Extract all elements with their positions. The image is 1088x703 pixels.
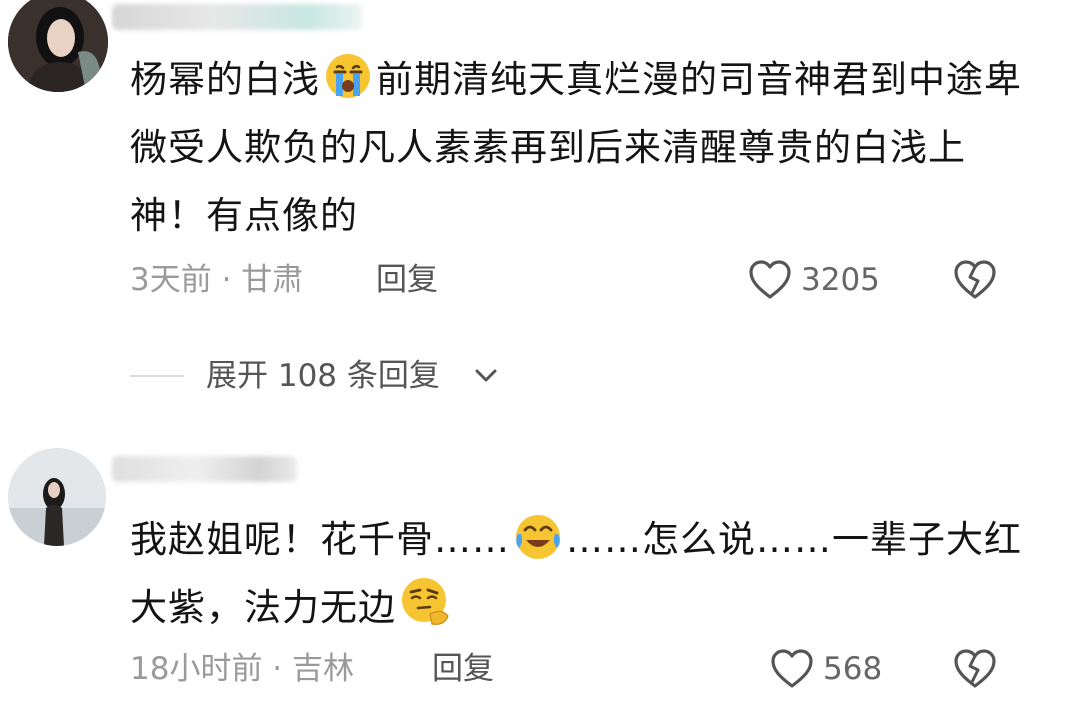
chevron-down-icon: [475, 369, 497, 382]
time-location: 3天前 · 甘肃: [130, 262, 304, 298]
broken-heart-icon[interactable]: [953, 648, 997, 690]
reply-button[interactable]: 回复: [376, 258, 438, 302]
comment-meta: 18小时前 · 吉林 回复 568: [130, 647, 1010, 691]
avatar-image: [8, 0, 108, 92]
comment-meta: 3天前 · 甘肃 回复 3205: [130, 258, 1010, 302]
broken-heart-icon[interactable]: [953, 259, 997, 301]
heart-outline-icon: [749, 260, 791, 299]
tearful-laughing-face-emoji-icon: [512, 510, 564, 562]
like-count: 3205: [801, 262, 880, 298]
reply-button[interactable]: 回复: [432, 647, 494, 691]
like-count: 568: [823, 651, 883, 687]
comment-text: 我赵姐呢！花千骨…… ……怎么说……一辈子大红大紫，法力无边: [130, 506, 1030, 642]
avatar[interactable]: [8, 448, 106, 546]
time-location: 18小时前 · 吉林: [130, 651, 355, 687]
crying-face-emoji-icon: [322, 50, 374, 102]
comment-item: 杨幂的白浅 前期清纯天真烂漫的司音神君到中途卑微受人欺负的凡人素素再到后来清醒尊…: [0, 0, 1088, 394]
divider: [130, 375, 184, 377]
expand-replies-label: 展开 108 条回复: [206, 358, 440, 394]
username-blurred[interactable]: [112, 4, 362, 30]
expand-replies[interactable]: 展开 108 条回复: [130, 356, 630, 396]
avatar[interactable]: [8, 0, 108, 92]
comment-item: 我赵姐呢！花千骨…… ……怎么说……一辈子大红大紫，法力无边 18小时前 · 吉…: [0, 440, 1088, 703]
username-blurred[interactable]: [112, 456, 297, 482]
thinking-face-emoji-icon: [398, 574, 450, 626]
comment-text: 杨幂的白浅 前期清纯天真烂漫的司音神君到中途卑微受人欺负的凡人素素再到后来清醒尊…: [130, 46, 1030, 250]
heart-outline-icon: [771, 649, 813, 688]
avatar-image: [8, 448, 106, 546]
